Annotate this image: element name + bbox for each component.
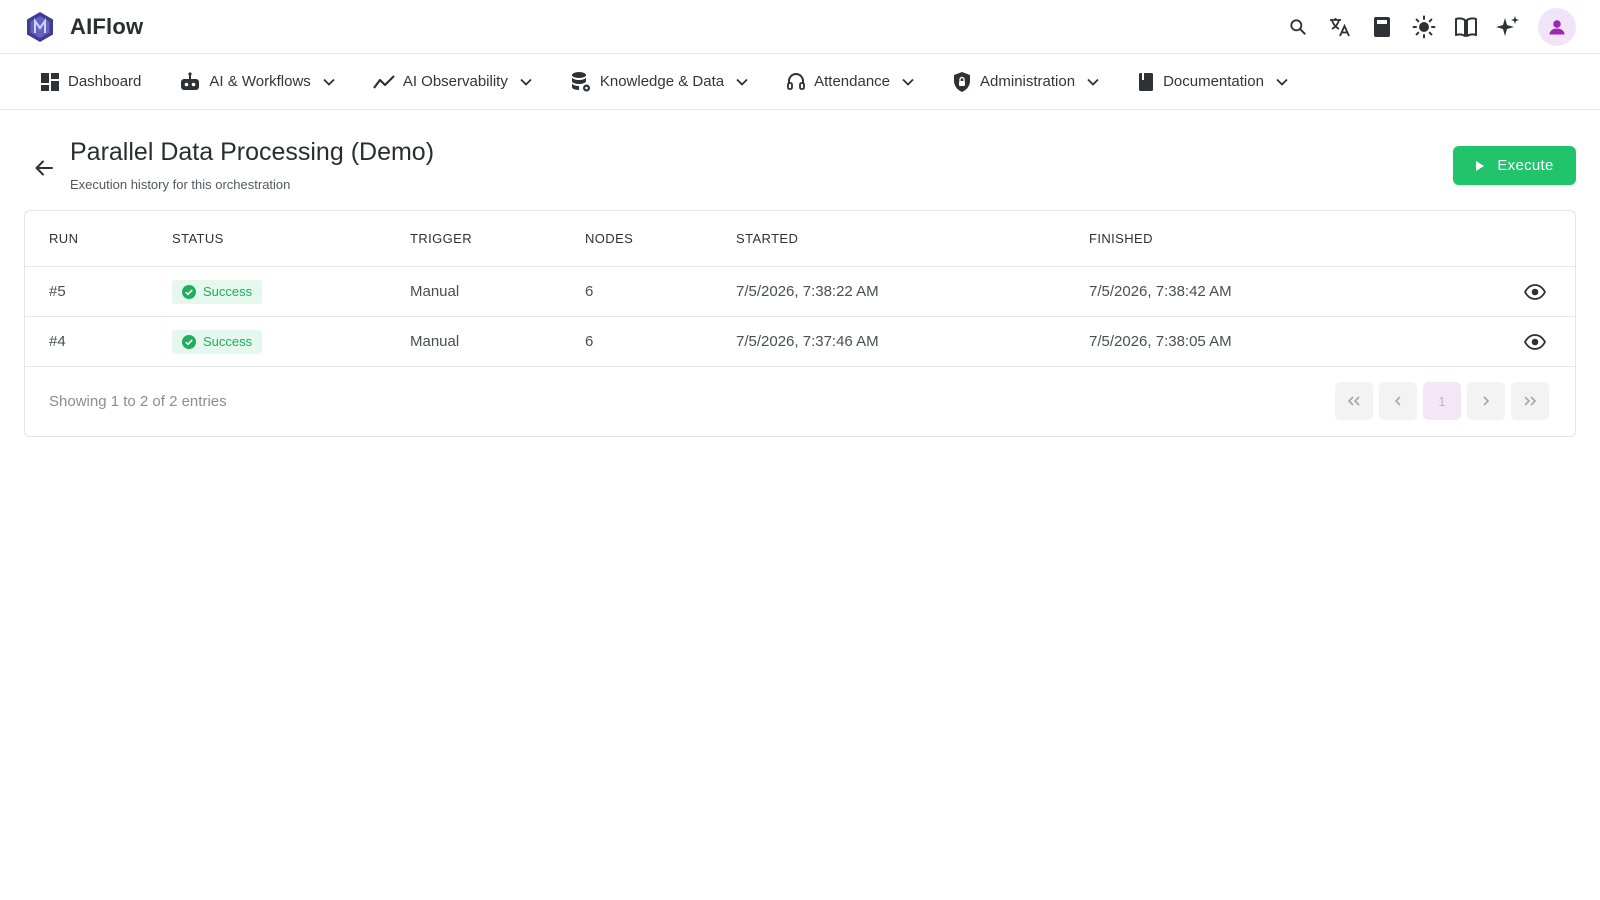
nav-item-dashboard[interactable]: Dashboard <box>26 62 155 102</box>
table-footer: Showing 1 to 2 of 2 entries 1 <box>25 367 1575 435</box>
nodes-value: 6 <box>585 333 594 350</box>
chevrons-left-icon <box>1347 396 1360 406</box>
top-actions <box>1286 7 1576 46</box>
nav-item-administration[interactable]: Administration <box>938 62 1113 102</box>
status-badge: Success <box>172 329 263 354</box>
finished-value: 7/5/2026, 7:38:05 AM <box>1089 333 1232 350</box>
run-number: #5 <box>49 283 66 300</box>
nav-label: Dashboard <box>68 73 142 90</box>
check-circle-icon <box>182 284 196 299</box>
nav-item-knowledge-data[interactable]: Knowledge & Data <box>556 62 762 102</box>
execution-history-table: RUN STATUS TRIGGER NODES STARTED FINISHE… <box>24 210 1576 437</box>
table-header-row: RUN STATUS TRIGGER NODES STARTED FINISHE… <box>25 211 1575 267</box>
started-value: 7/5/2026, 7:37:46 AM <box>736 333 879 350</box>
nav-item-documentation[interactable]: Documentation <box>1123 62 1302 102</box>
nav-label: Attendance <box>814 73 891 90</box>
view-run-button[interactable] <box>1523 280 1547 304</box>
column-header-finished: FINISHED <box>1089 231 1153 246</box>
started-value: 7/5/2026, 7:38:22 AM <box>736 283 879 300</box>
headset-icon <box>787 72 806 90</box>
execute-button[interactable]: Execute <box>1453 146 1576 185</box>
eye-icon <box>1524 333 1546 350</box>
chevron-down-icon <box>736 78 748 86</box>
column-header-status: STATUS <box>172 231 224 246</box>
page-header: Parallel Data Processing (Demo) Executio… <box>0 110 1600 210</box>
nav-label: AI Observability <box>402 73 508 90</box>
app-logo-icon <box>24 11 56 43</box>
page-title: Parallel Data Processing (Demo) <box>70 138 435 166</box>
page-button-current[interactable]: 1 <box>1423 382 1461 420</box>
user-avatar[interactable] <box>1538 7 1576 46</box>
chevron-down-icon <box>323 78 335 86</box>
chevron-down-icon <box>1087 78 1099 86</box>
check-circle-icon <box>182 334 196 349</box>
status-badge: Success <box>172 279 263 304</box>
app-name: AIFlow <box>70 13 144 39</box>
dashboard-icon <box>41 72 59 91</box>
table-row[interactable]: #5 Success Manual 6 7/5/2026, 7:38:22 AM… <box>25 267 1575 317</box>
chevron-right-icon <box>1483 396 1490 406</box>
chevron-down-icon <box>902 78 914 86</box>
chevron-down-icon <box>1276 78 1288 86</box>
database-gear-icon <box>571 71 590 91</box>
last-page-button[interactable] <box>1511 382 1549 420</box>
pagination: 1 <box>1335 382 1549 420</box>
chevron-down-icon <box>520 78 532 86</box>
column-header-run: RUN <box>49 231 79 246</box>
trend-line-icon <box>372 74 395 89</box>
trigger-value: Manual <box>410 333 460 350</box>
page-subtitle: Execution history for this orchestration <box>70 177 291 192</box>
nav-item-ai-observability[interactable]: AI Observability <box>359 62 546 102</box>
nodes-value: 6 <box>585 283 594 300</box>
book-icon <box>1139 72 1154 91</box>
brand[interactable]: AIFlow <box>24 11 143 43</box>
trigger-value: Manual <box>410 283 460 300</box>
calculator-icon[interactable] <box>1370 15 1394 39</box>
shield-lock-icon <box>954 71 971 92</box>
status-label: Success <box>203 334 253 349</box>
nav-label: Documentation <box>1163 73 1264 90</box>
execute-label: Execute <box>1497 157 1554 174</box>
sparkles-icon[interactable] <box>1496 15 1520 39</box>
previous-page-button[interactable] <box>1379 382 1417 420</box>
nav-item-ai-workflows[interactable]: AI & Workflows <box>165 62 348 102</box>
book-open-icon[interactable] <box>1454 15 1478 39</box>
robot-icon <box>181 71 200 90</box>
top-bar: AIFlow <box>0 0 1600 54</box>
translate-icon[interactable] <box>1328 15 1352 39</box>
nav-label: Knowledge & Data <box>599 73 725 90</box>
column-header-started: STARTED <box>736 231 799 246</box>
column-header-nodes: NODES <box>585 231 634 246</box>
theme-sun-icon[interactable] <box>1412 15 1436 39</box>
next-page-button[interactable] <box>1467 382 1505 420</box>
run-number: #4 <box>49 333 66 350</box>
nav-label: AI & Workflows <box>209 73 311 90</box>
column-header-trigger: TRIGGER <box>410 231 473 246</box>
main-nav: Dashboard AI & Workflows AI Observabilit… <box>0 54 1600 110</box>
finished-value: 7/5/2026, 7:38:42 AM <box>1089 283 1232 300</box>
table-row[interactable]: #4 Success Manual 6 7/5/2026, 7:37:46 AM… <box>25 317 1575 367</box>
chevron-left-icon <box>1394 396 1401 406</box>
chevrons-right-icon <box>1524 396 1537 406</box>
first-page-button[interactable] <box>1335 382 1373 420</box>
entries-summary: Showing 1 to 2 of 2 entries <box>49 393 227 410</box>
play-icon <box>1476 160 1485 171</box>
user-avatar-icon <box>1549 19 1565 34</box>
back-button[interactable] <box>32 156 56 180</box>
eye-icon <box>1524 283 1546 300</box>
view-run-button[interactable] <box>1523 330 1547 354</box>
search-icon[interactable] <box>1286 15 1310 39</box>
nav-item-attendance[interactable]: Attendance <box>772 62 928 102</box>
nav-label: Administration <box>980 73 1076 90</box>
arrow-left-icon <box>35 160 53 176</box>
status-label: Success <box>203 284 253 299</box>
